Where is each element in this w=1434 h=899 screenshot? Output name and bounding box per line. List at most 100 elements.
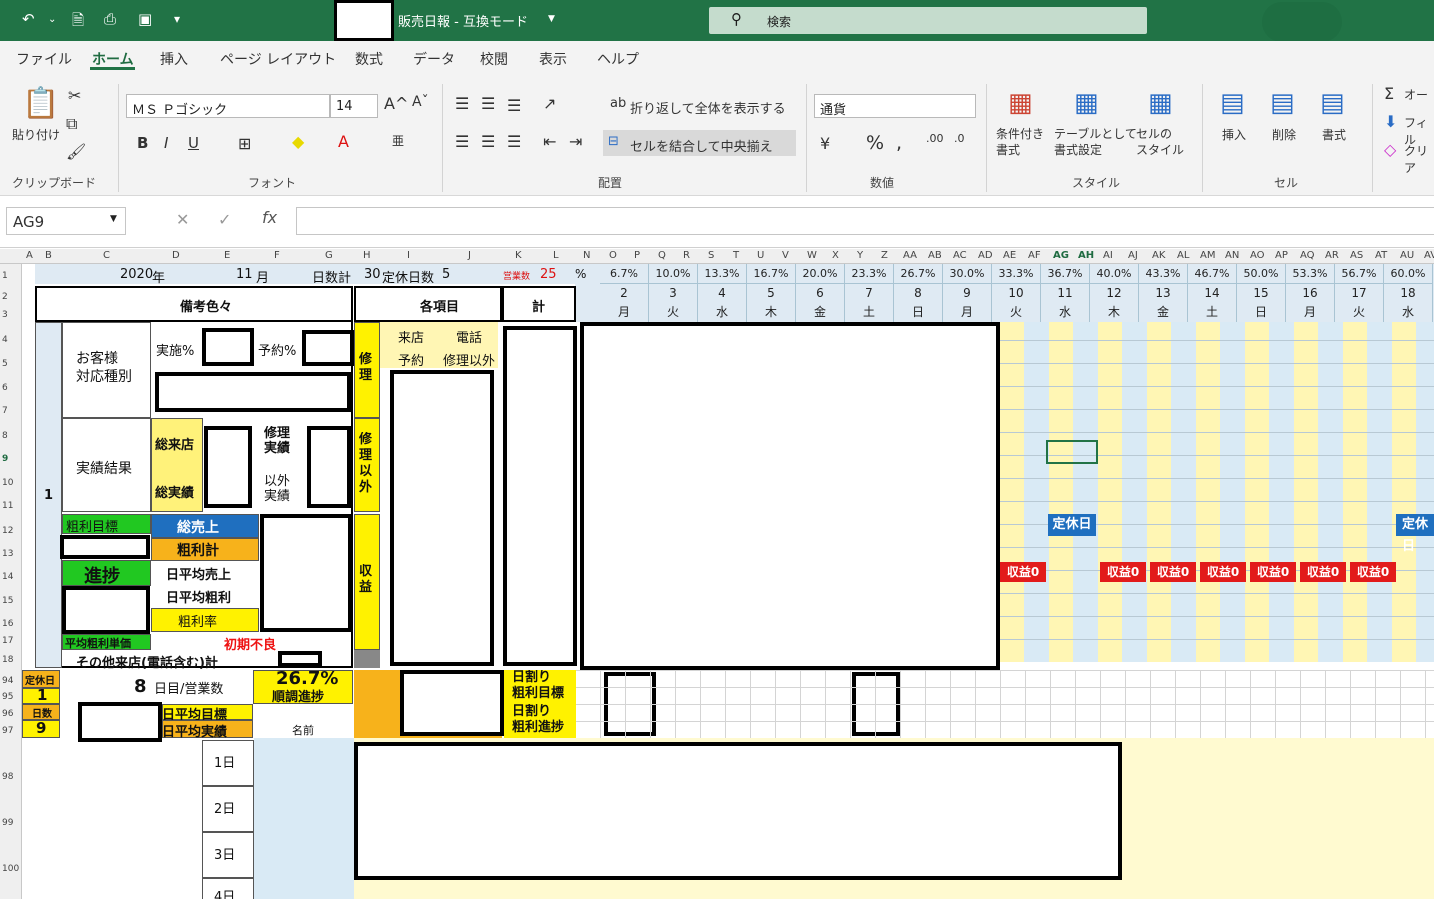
- row-header[interactable]: 16: [2, 619, 13, 629]
- row-header[interactable]: 3: [2, 310, 8, 320]
- col-header[interactable]: U: [757, 250, 764, 261]
- col-header[interactable]: W: [807, 250, 817, 261]
- percent-icon[interactable]: %: [866, 132, 884, 154]
- col-header[interactable]: E: [224, 250, 230, 261]
- autosum-icon[interactable]: Σ: [1384, 84, 1394, 103]
- undo-icon[interactable]: ↶: [22, 10, 35, 30]
- col-header[interactable]: AS: [1350, 250, 1363, 261]
- currency-icon[interactable]: ¥: [820, 134, 830, 153]
- italic-button[interactable]: I: [164, 134, 168, 152]
- col-header[interactable]: Y: [857, 250, 863, 261]
- tab-view[interactable]: 表示: [539, 49, 567, 69]
- font-size-select[interactable]: 14: [330, 94, 378, 118]
- tab-home[interactable]: ホーム: [92, 49, 134, 69]
- row-header[interactable]: 10: [2, 478, 13, 488]
- tab-page-layout[interactable]: ページ レイアウト: [220, 49, 336, 69]
- confirm-icon[interactable]: ✓: [218, 210, 231, 229]
- name-box-dropdown-icon[interactable]: ▼: [110, 214, 117, 224]
- insert-cells-button[interactable]: 挿入: [1222, 126, 1246, 143]
- row-header[interactable]: 95: [2, 692, 13, 702]
- col-header[interactable]: N: [583, 250, 590, 261]
- col-header[interactable]: P: [634, 250, 640, 261]
- cancel-icon[interactable]: ✕: [176, 210, 189, 229]
- row-header[interactable]: 17: [2, 636, 13, 646]
- col-header[interactable]: AQ: [1300, 250, 1315, 261]
- format-cells-button[interactable]: 書式: [1322, 126, 1346, 143]
- col-header[interactable]: D: [172, 250, 180, 261]
- tab-data[interactable]: データ: [413, 49, 455, 69]
- col-header[interactable]: AD: [978, 250, 993, 261]
- col-header[interactable]: A: [26, 250, 33, 261]
- row-header[interactable]: 99: [2, 818, 13, 828]
- formula-input[interactable]: [296, 207, 1434, 235]
- col-header[interactable]: AN: [1225, 250, 1239, 261]
- col-header[interactable]: T: [733, 250, 739, 261]
- col-header[interactable]: AV: [1424, 250, 1434, 261]
- col-header[interactable]: I: [407, 250, 410, 261]
- row-header[interactable]: 98: [2, 772, 13, 782]
- col-header[interactable]: F: [274, 250, 280, 261]
- font-shrink-icon[interactable]: Aˇ: [412, 94, 429, 110]
- tab-file[interactable]: ファイル: [16, 49, 72, 69]
- tab-insert[interactable]: 挿入: [160, 49, 188, 69]
- col-header[interactable]: X: [832, 250, 839, 261]
- col-header[interactable]: G: [325, 250, 333, 261]
- align-right-icon[interactable]: ☰: [507, 132, 521, 151]
- col-header[interactable]: O: [609, 250, 617, 261]
- new-file-icon[interactable]: 🗎: [72, 10, 84, 30]
- worksheet-grid[interactable]: 2020 年 11 月 日数計 30 定休日数 5 営業数 25 % 6.7% 2…: [22, 264, 1434, 899]
- col-header[interactable]: AB: [928, 250, 942, 261]
- col-header[interactable]: AJ: [1128, 250, 1138, 261]
- indent-decrease-icon[interactable]: ⇤: [543, 132, 556, 151]
- col-header[interactable]: Q: [658, 250, 666, 261]
- col-header[interactable]: AU: [1400, 250, 1414, 261]
- row-header[interactable]: 15: [2, 596, 13, 606]
- tab-help[interactable]: ヘルプ: [597, 49, 639, 69]
- align-middle-icon[interactable]: ☰: [481, 94, 495, 113]
- border-icon[interactable]: ⊞: [238, 134, 251, 153]
- row-header[interactable]: 4: [2, 335, 8, 345]
- cut-icon[interactable]: ✂: [68, 86, 81, 105]
- row-header[interactable]: 5: [2, 359, 8, 369]
- col-header[interactable]: J: [468, 250, 471, 261]
- orientation-icon[interactable]: ↗: [543, 94, 556, 113]
- col-header[interactable]: AI: [1103, 250, 1113, 261]
- search-box[interactable]: ⚲ 検索: [709, 7, 1147, 34]
- comma-icon[interactable]: ,: [896, 132, 902, 154]
- col-header[interactable]: H: [363, 250, 371, 261]
- save-icon[interactable]: ▣: [138, 10, 152, 30]
- col-header-selected[interactable]: AH: [1078, 250, 1094, 261]
- align-bottom-icon[interactable]: ☰: [507, 96, 521, 115]
- delete-cells-button[interactable]: 削除: [1272, 126, 1296, 143]
- col-header[interactable]: AR: [1325, 250, 1339, 261]
- align-left-icon[interactable]: ☰: [455, 132, 469, 151]
- customize-quick-access-icon[interactable]: ▾: [174, 12, 180, 32]
- format-as-table-button[interactable]: テーブルとして 書式設定: [1054, 126, 1137, 158]
- wrap-text-button[interactable]: 折り返して全体を表示する: [630, 98, 786, 117]
- merge-center-button[interactable]: セルを結合して中央揃え: [630, 136, 773, 155]
- clear-button[interactable]: クリア: [1404, 142, 1434, 176]
- paste-icon[interactable]: 📋: [22, 86, 59, 121]
- row-header[interactable]: 13: [2, 549, 13, 559]
- number-format-select[interactable]: 通貨: [814, 94, 976, 118]
- row-header[interactable]: 94: [2, 676, 13, 686]
- col-header[interactable]: L: [553, 250, 559, 261]
- row-header[interactable]: 14: [2, 572, 13, 582]
- col-header-selected[interactable]: AG: [1053, 250, 1069, 261]
- cell-styles-button[interactable]: セルの スタイル: [1136, 126, 1184, 158]
- row-header[interactable]: 2: [2, 292, 8, 302]
- col-header[interactable]: R: [683, 250, 690, 261]
- row-header[interactable]: 11: [2, 501, 13, 511]
- print-icon[interactable]: ⎙: [104, 10, 116, 30]
- row-header[interactable]: 8: [2, 431, 8, 441]
- col-header[interactable]: AC: [953, 250, 967, 261]
- col-header[interactable]: AE: [1003, 250, 1016, 261]
- font-name-select[interactable]: ＭＳ Ｐゴシック: [126, 94, 330, 118]
- decrease-decimal-icon[interactable]: .0: [954, 132, 965, 145]
- avatar[interactable]: [1262, 2, 1342, 42]
- increase-decimal-icon[interactable]: .00: [926, 132, 944, 145]
- bold-button[interactable]: B: [137, 134, 148, 152]
- tab-review[interactable]: 校閲: [480, 49, 508, 69]
- clear-icon[interactable]: ◇: [1384, 140, 1396, 159]
- font-grow-icon[interactable]: A^: [384, 94, 408, 113]
